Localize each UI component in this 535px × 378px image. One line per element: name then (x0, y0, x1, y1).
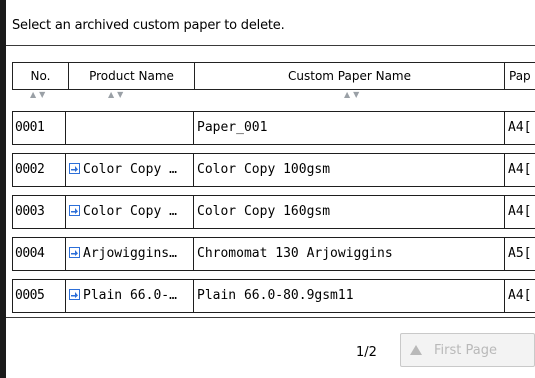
triangle-up-icon (410, 345, 422, 355)
table-row[interactable]: 0002 Color Copy … Color Copy 100gsm A4[ (12, 153, 535, 187)
column-header-product-name[interactable]: Product Name (68, 62, 195, 90)
sort-up-down-icon[interactable]: ▲▼ (30, 90, 48, 99)
sort-up-down-icon[interactable]: ▲▼ (344, 90, 362, 99)
instruction-text: Select an archived custom paper to delet… (12, 18, 285, 33)
paper-size-cell: A4[ (504, 196, 535, 228)
row-number: 0004 (15, 246, 45, 261)
paper-size-cell: A4[ (504, 154, 535, 186)
divider (6, 45, 535, 46)
product-name-cell: Arjowiggins… (65, 238, 191, 270)
table-row[interactable]: 0004 Arjowiggins… Chromomat 130 Arjowigg… (12, 237, 535, 271)
product-name-cell: Color Copy … (65, 154, 191, 186)
row-number: 0002 (15, 162, 45, 177)
custom-paper-name-cell: Color Copy 100gsm (193, 154, 503, 186)
import-arrow-icon (69, 247, 80, 258)
table-row[interactable]: 0005 Plain 66.0-… Plain 66.0-80.9gsm11 A… (12, 279, 535, 313)
custom-paper-name-cell: Chromomat 130 Arjowiggins (193, 238, 503, 270)
sort-up-down-icon[interactable]: ▲▼ (108, 90, 126, 99)
column-header-paper[interactable]: Pap (504, 62, 535, 90)
page-indicator: 1/2 (356, 345, 377, 360)
row-number: 0001 (15, 120, 45, 135)
divider (6, 317, 535, 318)
first-page-label: First Page (434, 342, 497, 358)
table-row[interactable]: 0001 Paper_001 A4[ (12, 111, 535, 145)
custom-paper-name-cell: Paper_001 (193, 112, 503, 144)
table-row[interactable]: 0003 Color Copy … Color Copy 160gsm A4[ (12, 195, 535, 229)
paper-size-cell: A5[ (504, 238, 535, 270)
custom-paper-name-cell: Plain 66.0-80.9gsm11 (193, 280, 503, 312)
paper-size-cell: A4[ (504, 280, 535, 312)
product-name-cell (65, 112, 191, 144)
product-name-cell: Plain 66.0-… (65, 280, 191, 312)
column-header-no[interactable]: No. (12, 62, 69, 90)
product-name-cell: Color Copy … (65, 196, 191, 228)
column-header-custom-paper-name[interactable]: Custom Paper Name (194, 62, 505, 90)
window-frame-left (0, 0, 6, 378)
paper-size-cell: A4[ (504, 112, 535, 144)
custom-paper-name-cell: Color Copy 160gsm (193, 196, 503, 228)
sort-indicators: ▲▼ ▲▼ ▲▼ (12, 90, 535, 102)
first-page-button[interactable]: First Page (400, 333, 535, 367)
row-number: 0003 (15, 204, 45, 219)
import-arrow-icon (69, 205, 80, 216)
import-arrow-icon (69, 289, 80, 300)
import-arrow-icon (69, 163, 80, 174)
row-number: 0005 (15, 288, 45, 303)
